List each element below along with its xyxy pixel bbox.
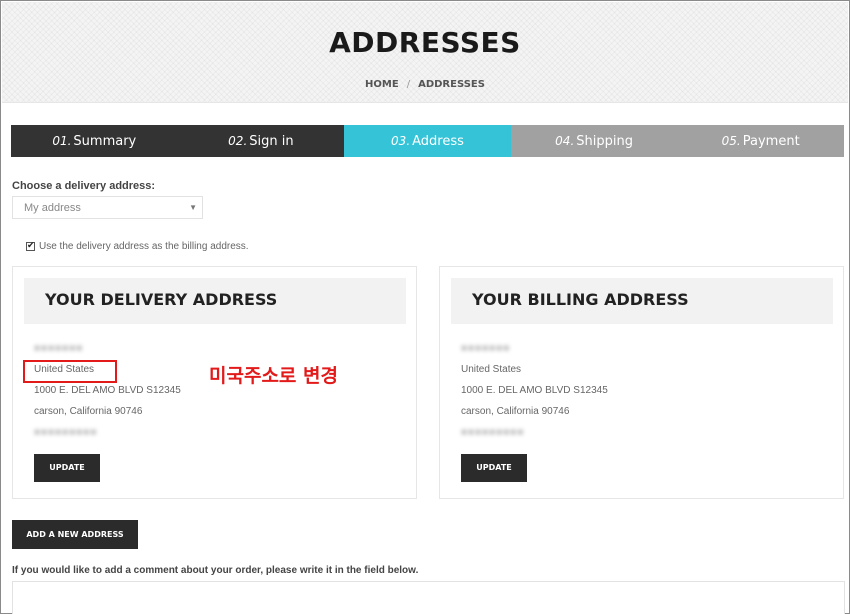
delivery-update-button[interactable]: UPDATE bbox=[34, 454, 100, 482]
step-address[interactable]: 03. Address bbox=[344, 125, 511, 157]
billing-street: 1000 E. DEL AMO BLVD S12345 bbox=[461, 385, 608, 396]
billing-phone-blurred: ■■■■■■■■■ bbox=[461, 427, 525, 438]
chevron-down-icon: ▼ bbox=[189, 203, 197, 212]
billing-country: United States bbox=[461, 364, 522, 375]
same-billing-label: Use the delivery address as the billing … bbox=[39, 241, 249, 252]
delivery-city: carson, California 90746 bbox=[34, 406, 143, 417]
billing-update-button[interactable]: UPDATE bbox=[461, 454, 527, 482]
delivery-address-select[interactable]: My address ▼ bbox=[12, 196, 203, 219]
step-summary[interactable]: 01. Summary bbox=[11, 125, 178, 157]
order-comment-textarea[interactable] bbox=[12, 581, 845, 614]
breadcrumb-separator: / bbox=[406, 79, 411, 90]
same-billing-checkbox[interactable] bbox=[26, 240, 35, 251]
order-comment-label: If you would like to add a comment about… bbox=[12, 565, 419, 576]
step-shipping: 04. Shipping bbox=[510, 125, 678, 157]
delivery-address-select-value: My address bbox=[24, 202, 81, 214]
billing-city: carson, California 90746 bbox=[461, 406, 570, 417]
billing-address-title: YOUR BILLING ADDRESS bbox=[451, 278, 833, 324]
delivery-country: United States bbox=[34, 364, 95, 375]
annotation-text: 미국주소로 변경 bbox=[209, 365, 338, 387]
step-payment: 05. Payment bbox=[677, 125, 844, 157]
breadcrumb-current: ADDRESSES bbox=[418, 79, 485, 90]
page-title: ADDRESSES bbox=[329, 26, 521, 59]
delivery-address-label: Choose a delivery address: bbox=[12, 180, 156, 192]
step-sign-in[interactable]: 02. Sign in bbox=[177, 125, 345, 157]
same-billing-option[interactable]: Use the delivery address as the billing … bbox=[26, 240, 249, 252]
billing-address-card: YOUR BILLING ADDRESS ■■■■■■■ United Stat… bbox=[439, 266, 844, 499]
delivery-street: 1000 E. DEL AMO BLVD S12345 bbox=[34, 385, 181, 396]
add-new-address-button[interactable]: ADD A NEW ADDRESS bbox=[12, 520, 138, 549]
breadcrumb-home-link[interactable]: HOME bbox=[365, 79, 399, 90]
billing-name-blurred: ■■■■■■■ bbox=[461, 343, 511, 354]
page-header: ADDRESSES HOME / ADDRESSES bbox=[2, 2, 848, 103]
delivery-address-title: YOUR DELIVERY ADDRESS bbox=[24, 278, 406, 324]
breadcrumb: HOME / ADDRESSES bbox=[2, 79, 848, 90]
checkout-steps: 01. Summary 02. Sign in 03. Address 04. Ship… bbox=[11, 125, 844, 157]
delivery-phone-blurred: ■■■■■■■■■ bbox=[34, 427, 98, 438]
delivery-name-blurred: ■■■■■■■ bbox=[34, 343, 84, 354]
